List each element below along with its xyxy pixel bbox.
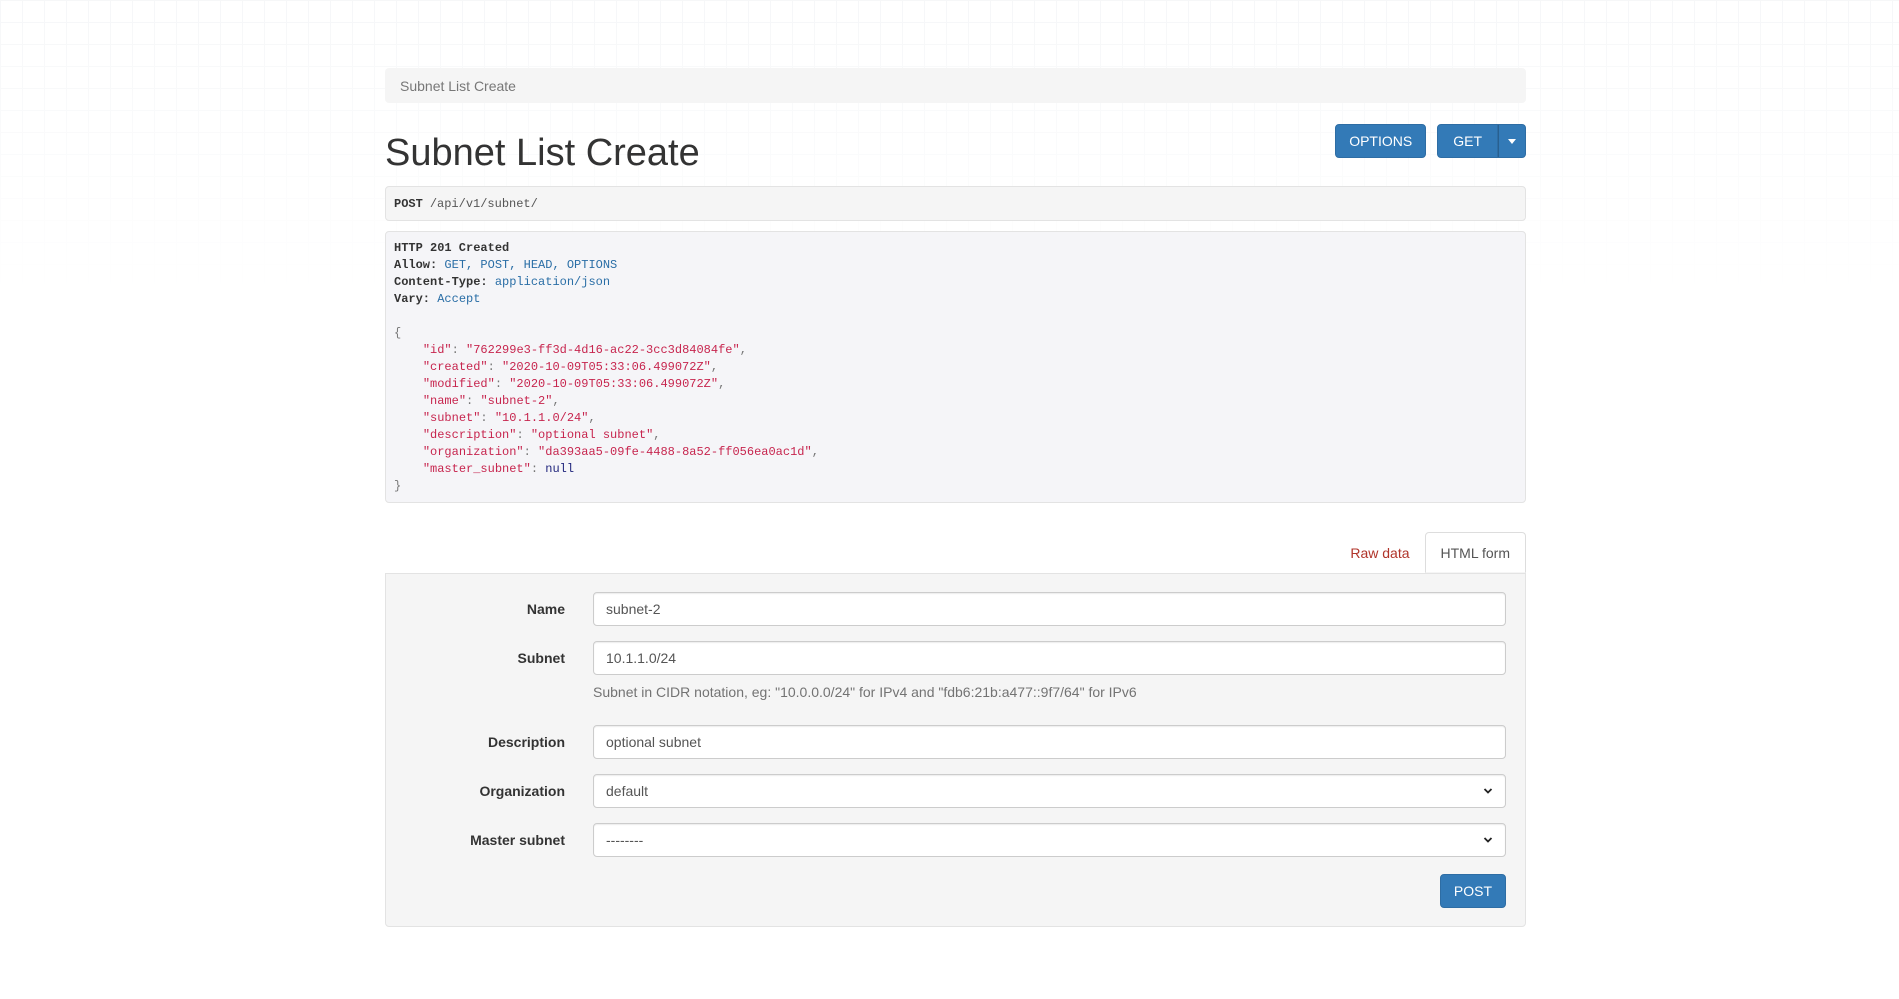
header-key: Allow:	[394, 258, 438, 272]
json-key: "organization"	[422, 445, 524, 459]
json-value: "10.1.1.0/24"	[494, 411, 589, 425]
form-tabs-row: Raw data HTML form	[385, 531, 1526, 573]
organization-select[interactable]: default	[593, 774, 1506, 808]
json-key: "id"	[422, 343, 452, 357]
response-status: HTTP 201 Created	[394, 241, 510, 255]
request-info: POST /api/v1/subnet/	[385, 186, 1526, 221]
json-value: "2020-10-09T05:33:06.499072Z"	[502, 360, 711, 374]
json-value: "da393aa5-09fe-4488-8a52-ff056ea0ac1d"	[538, 445, 812, 459]
breadcrumb: Subnet List Create	[385, 68, 1526, 103]
json-key: "modified"	[422, 377, 495, 391]
json-value: null	[545, 462, 575, 476]
organization-selected-value: default	[606, 783, 649, 799]
header-value: Accept	[437, 292, 481, 306]
chevron-down-icon	[1483, 788, 1493, 794]
json-value: "optional subnet"	[530, 428, 654, 442]
header-key: Vary:	[394, 292, 431, 306]
get-button[interactable]: GET	[1437, 124, 1498, 158]
master-subnet-label: Master subnet	[470, 832, 565, 848]
main-container: Subnet List Create Subnet List Create OP…	[385, 68, 1526, 927]
json-value: "762299e3-ff3d-4d16-ac22-3cc3d84084fe"	[466, 343, 740, 357]
description-input[interactable]	[593, 725, 1506, 759]
json-key: "description"	[422, 428, 517, 442]
json-open-brace: {	[394, 326, 402, 340]
page-header: Subnet List Create OPTIONS GET	[385, 103, 1526, 183]
json-key: "created"	[422, 360, 488, 374]
caret-down-icon	[1508, 138, 1516, 144]
master-subnet-select[interactable]: --------	[593, 823, 1506, 857]
breadcrumb-current: Subnet List Create	[400, 77, 516, 94]
get-button-group: GET	[1437, 124, 1526, 158]
request-method: POST	[394, 196, 423, 211]
request-path: /api/v1/subnet/	[429, 196, 538, 211]
name-input[interactable]	[593, 592, 1506, 626]
subnet-input[interactable]	[593, 641, 1506, 675]
master-subnet-selected-value: --------	[606, 832, 644, 848]
response-info: HTTP 201 Created Allow: GET, POST, HEAD,…	[385, 231, 1526, 503]
options-button[interactable]: OPTIONS	[1335, 124, 1427, 158]
json-key: "name"	[422, 394, 467, 408]
subnet-label: Subnet	[517, 650, 565, 666]
tab-raw-data[interactable]: Raw data	[1335, 532, 1424, 573]
page-title: Subnet List Create	[385, 132, 700, 174]
header-buttons: OPTIONS GET	[1335, 124, 1526, 158]
header-value: GET, POST, HEAD, OPTIONS	[444, 258, 618, 272]
description-label: Description	[487, 734, 565, 750]
organization-label: Organization	[479, 783, 565, 799]
json-value: "subnet-2"	[480, 394, 553, 408]
header-value: application/json	[494, 275, 611, 289]
json-key: "subnet"	[422, 411, 481, 425]
header-key: Content-Type:	[394, 275, 488, 289]
html-form: Name Subnet Subnet in CIDR notation, eg:…	[385, 573, 1526, 927]
post-button[interactable]: POST	[1439, 874, 1506, 908]
tab-html-form[interactable]: HTML form	[1424, 532, 1526, 573]
form-tabs: Raw data HTML form	[1335, 532, 1526, 573]
json-value: "2020-10-09T05:33:06.499072Z"	[509, 377, 719, 391]
json-key: "master_subnet"	[422, 462, 531, 476]
name-label: Name	[526, 601, 565, 617]
json-close-brace: }	[394, 479, 402, 493]
subnet-help-text: Subnet in CIDR notation, eg: "10.0.0.0/2…	[593, 684, 1137, 700]
get-format-dropdown-button[interactable]	[1498, 124, 1526, 158]
chevron-down-icon	[1483, 837, 1493, 843]
